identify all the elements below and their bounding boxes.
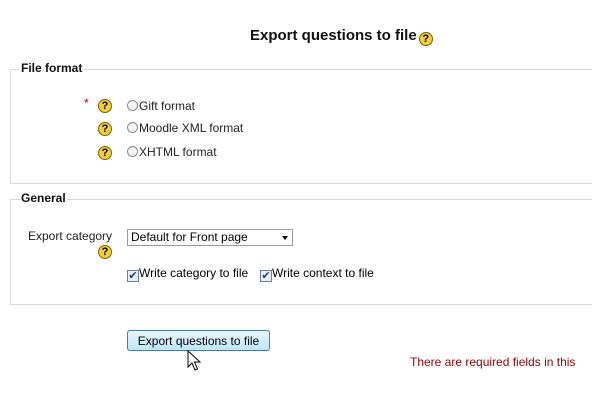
write-context-label: Write context to file bbox=[272, 266, 374, 280]
radio-xhtml-label: XHTML format bbox=[139, 145, 217, 159]
radio-icon[interactable] bbox=[127, 100, 138, 111]
page-title-text: Export questions to file bbox=[250, 27, 417, 44]
export-questions-button[interactable]: Export questions to file bbox=[127, 330, 270, 351]
help-icon-gift[interactable]: ? bbox=[98, 99, 112, 113]
help-icon-xhtml[interactable]: ? bbox=[98, 146, 112, 160]
required-marker: * bbox=[84, 96, 89, 110]
radio-icon[interactable] bbox=[127, 146, 138, 157]
export-category-value: Default for Front page bbox=[131, 230, 248, 244]
help-icon[interactable]: ? bbox=[418, 32, 433, 46]
radio-xhtml-format[interactable]: XHTML format bbox=[127, 145, 217, 159]
export-category-label: Export category bbox=[28, 229, 113, 243]
radio-moodle-xml-label: Moodle XML format bbox=[139, 121, 244, 135]
file-format-legend: File format bbox=[20, 61, 84, 75]
help-icon-moodle-xml[interactable]: ? bbox=[98, 122, 112, 136]
write-context-checkbox[interactable]: ✔Write context to file bbox=[260, 266, 374, 282]
chevron-down-icon[interactable] bbox=[282, 236, 288, 240]
help-icon-export-category[interactable]: ? bbox=[98, 245, 112, 259]
general-legend: General bbox=[20, 191, 67, 205]
checkbox-checked-icon[interactable]: ✔ bbox=[260, 270, 272, 282]
radio-gift-format-label: Gift format bbox=[139, 99, 196, 113]
mouse-cursor-icon bbox=[187, 350, 202, 371]
radio-icon[interactable] bbox=[127, 122, 138, 133]
radio-moodle-xml-format[interactable]: Moodle XML format bbox=[127, 121, 243, 135]
page-title: Export questions to file? bbox=[250, 27, 433, 46]
write-category-label: Write category to file bbox=[139, 266, 249, 280]
write-category-checkbox[interactable]: ✔Write category to file bbox=[127, 266, 248, 282]
required-fields-notice: There are required fields in this bbox=[410, 355, 576, 369]
checkbox-checked-icon[interactable]: ✔ bbox=[127, 270, 139, 282]
export-category-select[interactable]: Default for Front page bbox=[127, 229, 293, 246]
radio-gift-format[interactable]: Gift format bbox=[127, 99, 195, 113]
